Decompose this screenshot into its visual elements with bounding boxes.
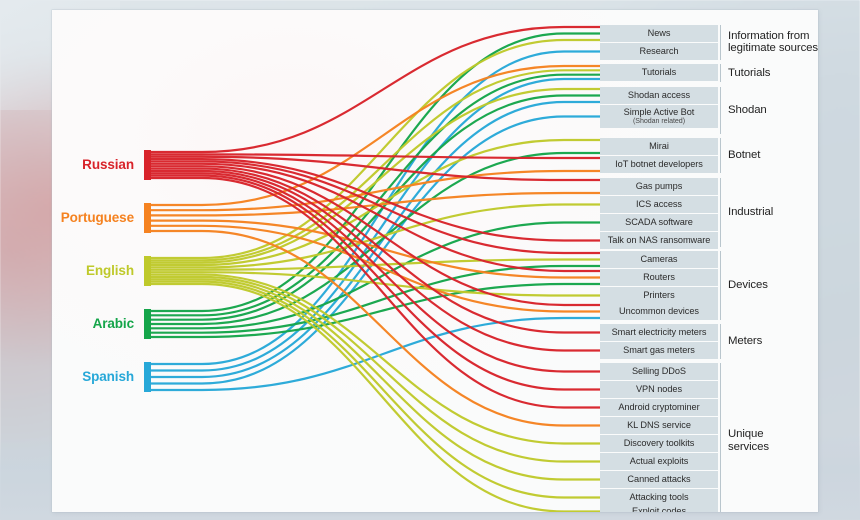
topic-box-ics_access[interactable]: ICS access bbox=[600, 196, 718, 213]
topic-label: Smart gas meters bbox=[623, 344, 695, 355]
topic-label: News bbox=[647, 27, 671, 38]
group-separator-tutorials bbox=[720, 64, 721, 82]
topic-label: Actual exploits bbox=[629, 455, 689, 466]
flow-ribbons bbox=[151, 25, 600, 512]
group-separator-meters bbox=[720, 324, 721, 359]
topic-label: Printers bbox=[643, 289, 675, 300]
topic-label: Tutorials bbox=[641, 66, 677, 77]
group-label-botnet[interactable]: Botnet bbox=[728, 149, 760, 162]
group-label-unique[interactable]: Unique services bbox=[728, 428, 769, 454]
topic-box-elec_meters[interactable]: Smart electricity meters bbox=[600, 324, 718, 341]
topic-label: KL DNS service bbox=[627, 419, 691, 430]
topic-sublabel: (Shodan related) bbox=[632, 116, 686, 125]
topic-label: Cameras bbox=[640, 253, 678, 264]
group-label-legit[interactable]: Information from legitimate sources bbox=[728, 30, 818, 56]
topic-box-iot_dev[interactable]: IoT botnet developers bbox=[600, 156, 718, 173]
group-label-devices[interactable]: Devices bbox=[728, 279, 768, 292]
topic-label: Shodan access bbox=[627, 89, 691, 100]
language-node-bar[interactable] bbox=[144, 150, 151, 180]
language-node-bar[interactable] bbox=[144, 309, 151, 339]
topic-box-mirai[interactable]: Mirai bbox=[600, 138, 718, 155]
language-label-spanish[interactable]: Spanish bbox=[82, 370, 134, 384]
topic-label: Uncommon devices bbox=[619, 305, 699, 316]
group-label-industrial[interactable]: Industrial bbox=[728, 206, 773, 219]
language-node-bars bbox=[144, 150, 151, 392]
topic-label: SCADA software bbox=[625, 216, 693, 227]
language-node-bar[interactable] bbox=[144, 256, 151, 286]
topic-box-gas_meters[interactable]: Smart gas meters bbox=[600, 342, 718, 359]
topic-box-uncommon[interactable]: Uncommon devices bbox=[600, 303, 718, 320]
topic-label: Talk on NAS ransomware bbox=[607, 234, 711, 245]
topic-box-exploits[interactable]: Actual exploits bbox=[600, 453, 718, 470]
flow-ribbon bbox=[151, 25, 600, 154]
topic-label: Mirai bbox=[649, 140, 669, 151]
topic-box-gas_pumps[interactable]: Gas pumps bbox=[600, 178, 718, 195]
group-separator-industrial bbox=[720, 178, 721, 247]
topic-box-printers[interactable]: Printers bbox=[600, 287, 718, 304]
topic-label: Simple Active Bot bbox=[623, 106, 695, 117]
topic-label: Research bbox=[639, 45, 679, 56]
chart-card: Russian Portuguese English Arabic Spanish Ne… bbox=[52, 10, 818, 512]
topic-box-research[interactable]: Research bbox=[600, 43, 718, 60]
language-label-english[interactable]: English bbox=[86, 264, 134, 278]
topic-label: Canned attacks bbox=[627, 473, 691, 484]
topic-box-selling_ddos[interactable]: Selling DDoS bbox=[600, 363, 718, 380]
topic-label: Smart electricity meters bbox=[611, 326, 707, 337]
topic-label: IoT botnet developers bbox=[615, 158, 703, 169]
topic-box-simple_bot[interactable]: Simple Active Bot (Shodan related) bbox=[600, 105, 718, 128]
topic-label: Routers bbox=[643, 271, 675, 282]
topic-box-scada[interactable]: SCADA software bbox=[600, 214, 718, 231]
topic-label: Exploit codes bbox=[632, 505, 686, 512]
language-label-arabic[interactable]: Arabic bbox=[93, 317, 135, 331]
group-separator-botnet bbox=[720, 138, 721, 173]
topic-box-nas_talk[interactable]: Talk on NAS ransomware bbox=[600, 232, 718, 249]
topic-label: Attacking tools bbox=[629, 491, 689, 502]
topic-label: VPN nodes bbox=[635, 383, 683, 394]
topic-box-cameras[interactable]: Cameras bbox=[600, 251, 718, 268]
topic-label: ICS access bbox=[636, 198, 682, 209]
flow-ribbon bbox=[151, 273, 600, 445]
topic-box-exploit_codes[interactable]: Exploit codes bbox=[600, 503, 718, 512]
group-separator-shodan bbox=[720, 87, 721, 134]
topic-box-tutorials[interactable]: Tutorials bbox=[600, 64, 718, 81]
topic-box-news[interactable]: News bbox=[600, 25, 718, 42]
language-node-bar[interactable] bbox=[144, 203, 151, 233]
topic-label: Discovery toolkits bbox=[623, 437, 695, 448]
language-node-bar[interactable] bbox=[144, 362, 151, 392]
topic-box-kl_dns[interactable]: KL DNS service bbox=[600, 417, 718, 434]
topic-box-vpn_nodes[interactable]: VPN nodes bbox=[600, 381, 718, 398]
topic-label: Android cryptominer bbox=[618, 401, 700, 412]
group-separator-devices bbox=[720, 251, 721, 320]
group-separator-unique bbox=[720, 363, 721, 512]
topic-label: Selling DDoS bbox=[631, 365, 687, 376]
group-separator-legit bbox=[720, 25, 721, 60]
topic-box-routers[interactable]: Routers bbox=[600, 269, 718, 286]
language-label-portuguese[interactable]: Portuguese bbox=[61, 211, 134, 225]
group-label-shodan[interactable]: Shodan bbox=[728, 104, 767, 117]
group-label-tutorials[interactable]: Tutorials bbox=[728, 67, 770, 80]
topic-box-cryptominer[interactable]: Android cryptominer bbox=[600, 399, 718, 416]
topic-box-shodan_access[interactable]: Shodan access bbox=[600, 87, 718, 104]
topic-label: Gas pumps bbox=[635, 180, 683, 191]
topic-box-canned[interactable]: Canned attacks bbox=[600, 471, 718, 488]
diagram-stage: Russian Portuguese English Arabic Spanish Ne… bbox=[0, 0, 860, 520]
language-label-russian[interactable]: Russian bbox=[82, 158, 134, 172]
topic-box-discovery[interactable]: Discovery toolkits bbox=[600, 435, 718, 452]
group-label-meters[interactable]: Meters bbox=[728, 335, 762, 348]
